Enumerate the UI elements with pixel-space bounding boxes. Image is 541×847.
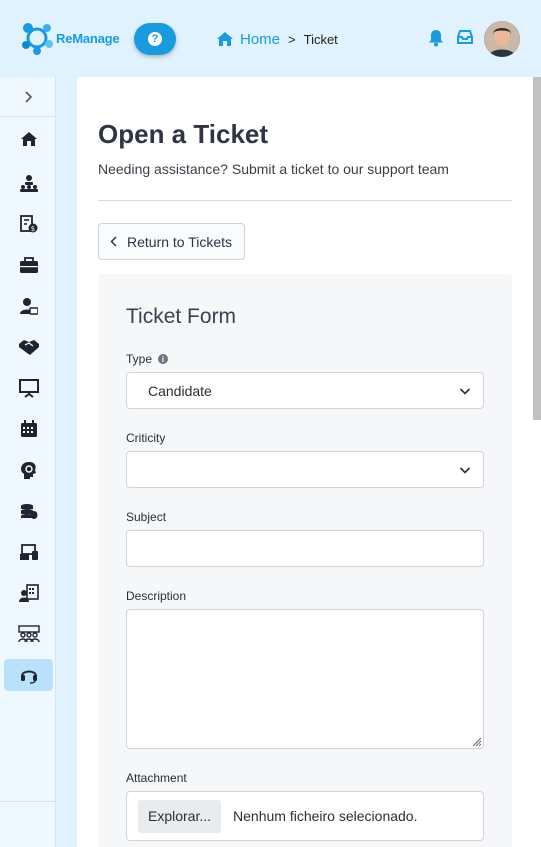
sidebar-item-jobs[interactable] [4, 249, 53, 281]
info-icon[interactable]: i [158, 354, 169, 364]
page-title: Open a Ticket [98, 119, 269, 149]
sidebar-item-team[interactable] [4, 618, 53, 650]
breadcrumb-home-label: Home [240, 30, 281, 48]
accounting-icon [18, 583, 39, 602]
breadcrumb: Home > Ticket [216, 29, 338, 49]
sidebar-item-partners[interactable] [4, 331, 53, 363]
breadcrumb-separator: > [288, 31, 296, 47]
sidebar-item-home[interactable] [4, 123, 53, 155]
form-title: Ticket Form [126, 305, 237, 328]
logo-mark-icon [22, 23, 53, 55]
sidebar-item-payroll[interactable]: $ [4, 208, 53, 240]
return-to-tickets-button[interactable]: Return to Tickets [98, 223, 245, 260]
sidebar-item-support[interactable] [4, 659, 53, 691]
svg-text:$: $ [30, 225, 34, 233]
type-label: Type i [126, 352, 169, 366]
team-icon [17, 625, 40, 643]
sidebar-item-candidates[interactable] [4, 290, 53, 322]
sidebar-item-calendar[interactable] [4, 413, 53, 445]
remanage-logo[interactable]: ReManage [20, 21, 120, 55]
sidebar-item-accounting[interactable] [4, 577, 53, 609]
sidebar-item-org-chart[interactable] [4, 167, 53, 199]
coins-icon [20, 503, 37, 519]
top-header: ReManage ? Home > Ticket [0, 0, 541, 77]
page-subtitle: Needing assistance? Submit a ticket to o… [98, 161, 449, 177]
attachment-label: Attachment [126, 771, 187, 785]
sidebar-item-skills[interactable] [4, 454, 53, 486]
chevron-right-icon [25, 90, 32, 103]
user-avatar[interactable] [484, 21, 520, 57]
type-select-value: Candidate [148, 382, 212, 399]
calendar-icon [20, 420, 37, 437]
subject-label: Subject [126, 510, 167, 524]
subject-input[interactable] [126, 530, 484, 567]
bell-icon[interactable] [428, 29, 444, 47]
headset-icon [20, 670, 37, 684]
file-status-text: Nenhum ficheiro selecionado. [233, 808, 418, 824]
devices-icon [19, 543, 38, 560]
type-select[interactable]: Candidate [126, 372, 484, 409]
sidebar-item-finance[interactable] [4, 495, 53, 527]
logo-text: ReManage [56, 30, 120, 46]
presentation-icon [18, 378, 39, 398]
ticket-form-card: Ticket Form Type i Candidate Criticity S… [98, 274, 512, 847]
breadcrumb-current: Ticket [303, 31, 338, 47]
title-divider [98, 200, 512, 201]
question-icon: ? [148, 32, 162, 46]
criticity-select[interactable] [126, 451, 484, 488]
resize-grip-icon[interactable] [470, 735, 482, 747]
payroll-icon: $ [19, 215, 37, 233]
main-content: Open a Ticket Needing assistance? Submit… [77, 77, 541, 847]
chevron-left-icon [110, 236, 117, 247]
type-label-text: Type [126, 352, 153, 366]
attachment-file-input: Explorar... Nenhum ficheiro selecionado. [126, 791, 484, 841]
chevron-down-icon [459, 388, 471, 395]
breadcrumb-home-link[interactable]: Home [216, 31, 280, 48]
chevron-down-icon [459, 467, 471, 474]
return-to-tickets-label: Return to Tickets [127, 233, 233, 250]
help-button[interactable]: ? [134, 23, 176, 55]
brain-icon [20, 461, 36, 479]
sidebar-footer-divider [0, 801, 56, 802]
sidebar: $ [0, 77, 56, 847]
sidebar-toggle-button[interactable] [0, 77, 56, 117]
criticity-label: Criticity [126, 431, 166, 445]
description-textarea[interactable] [126, 609, 484, 749]
sidebar-item-devices[interactable] [4, 536, 53, 568]
users-hierarchy-icon [19, 175, 38, 192]
user-card-icon [19, 298, 38, 315]
main-scrollbar[interactable] [533, 77, 541, 420]
sidebar-item-presentations[interactable] [4, 372, 53, 404]
handshake-icon [18, 340, 39, 355]
briefcase-icon [19, 256, 38, 273]
home-icon [217, 32, 233, 46]
home-icon [20, 132, 37, 146]
inbox-icon[interactable] [457, 29, 473, 45]
description-label: Description [126, 589, 187, 603]
browse-file-button[interactable]: Explorar... [138, 799, 222, 833]
